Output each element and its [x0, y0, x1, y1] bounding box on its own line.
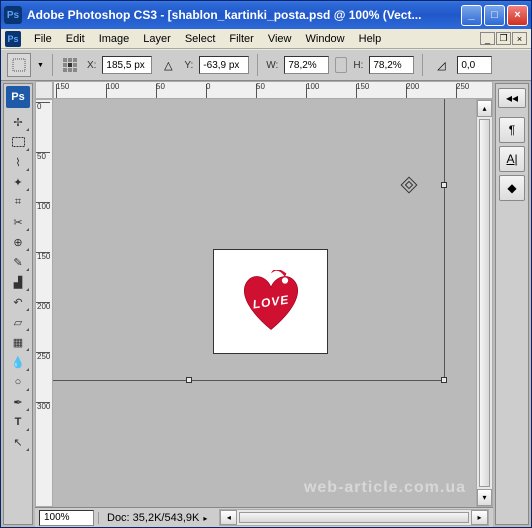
- w-label: W:: [266, 60, 278, 71]
- brush-tool[interactable]: ✎: [6, 252, 30, 272]
- ps-badge-icon: Ps: [6, 86, 30, 108]
- menu-filter[interactable]: Filter: [222, 31, 260, 47]
- menu-window[interactable]: Window: [299, 31, 352, 47]
- crop-tool[interactable]: ⌗: [6, 192, 30, 212]
- options-bar: ▼ X: △ Y: W: H: ◿: [1, 49, 531, 81]
- x-input[interactable]: [102, 56, 152, 74]
- triangle-icon[interactable]: △: [158, 55, 178, 75]
- angle-icon: ◿: [431, 55, 451, 75]
- blur-tool[interactable]: 💧: [6, 352, 30, 372]
- watermark: web-article.com.ua: [304, 479, 466, 497]
- gradient-tool[interactable]: ▦: [6, 332, 30, 352]
- scroll-h-thumb[interactable]: [239, 512, 469, 523]
- canvas[interactable]: LOVE web-article.com.ua: [53, 99, 476, 507]
- layers-panel-icon[interactable]: ◆: [499, 175, 525, 201]
- maximize-button[interactable]: □: [484, 5, 505, 26]
- h-input[interactable]: [369, 56, 414, 74]
- toolbox: Ps ✢ ⌇ ✦ ⌗ ✂ ⊕ ✎ ▟ ↶ ▱ ▦ 💧 ○ ✒ T ↖: [3, 83, 33, 525]
- canvas-area: 150 100 50 0 50 100 150 200 250 0 50 100…: [35, 81, 493, 527]
- zoom-input[interactable]: [39, 510, 94, 526]
- w-input[interactable]: [284, 56, 329, 74]
- menubar: Ps File Edit Image Layer Select Filter V…: [1, 29, 531, 49]
- horizontal-ruler[interactable]: 150 100 50 0 50 100 150 200 250: [53, 81, 493, 99]
- menu-view[interactable]: View: [261, 31, 299, 47]
- app-window: Ps Adobe Photoshop CS3 - [shablon_kartin…: [0, 0, 532, 528]
- type-tool[interactable]: T: [6, 412, 30, 432]
- lasso-tool[interactable]: ⌇: [6, 152, 30, 172]
- mdi-restore-button[interactable]: ❐: [496, 32, 511, 45]
- panel-collapse-button[interactable]: ◂◂: [498, 88, 526, 108]
- stamp-tool[interactable]: ▟: [6, 272, 30, 292]
- vertical-scrollbar[interactable]: ▴ ▾: [476, 99, 493, 507]
- scroll-up-button[interactable]: ▴: [477, 100, 492, 117]
- character-panel-icon[interactable]: A|: [499, 146, 525, 172]
- path-tool[interactable]: ↖: [6, 432, 30, 452]
- doc-size[interactable]: Doc: 35,2K/543,9K▸: [98, 512, 215, 524]
- mdi-close-button[interactable]: ×: [512, 32, 527, 45]
- dodge-tool[interactable]: ○: [6, 372, 30, 392]
- x-label: X:: [87, 60, 96, 71]
- move-tool[interactable]: ✢: [6, 112, 30, 132]
- wand-tool[interactable]: ✦: [6, 172, 30, 192]
- status-bar: Doc: 35,2K/543,9K▸ ◂ ▸: [35, 507, 493, 527]
- eraser-tool[interactable]: ▱: [6, 312, 30, 332]
- menu-help[interactable]: Help: [352, 31, 389, 47]
- menu-app-icon[interactable]: Ps: [5, 31, 21, 47]
- scroll-left-button[interactable]: ◂: [220, 510, 237, 525]
- menu-file[interactable]: File: [27, 31, 59, 47]
- y-input[interactable]: [199, 56, 249, 74]
- layer-image[interactable]: LOVE: [213, 249, 328, 354]
- menu-image[interactable]: Image: [92, 31, 137, 47]
- window-title: Adobe Photoshop CS3 - [shablon_kartinki_…: [27, 8, 461, 22]
- history-brush-tool[interactable]: ↶: [6, 292, 30, 312]
- collapsed-panels: ◂◂ ¶ A| ◆: [495, 83, 529, 525]
- workspace: Ps ✢ ⌇ ✦ ⌗ ✂ ⊕ ✎ ▟ ↶ ▱ ▦ 💧 ○ ✒ T ↖ 150 1: [1, 81, 531, 527]
- slice-tool[interactable]: ✂: [6, 212, 30, 232]
- transform-tool-icon[interactable]: [7, 53, 31, 77]
- minimize-button[interactable]: _: [461, 5, 482, 26]
- vertical-ruler[interactable]: 0 50 100 150 200 250 300: [35, 99, 53, 507]
- marquee-tool[interactable]: [6, 132, 30, 152]
- mdi-minimize-button[interactable]: _: [480, 32, 495, 45]
- app-icon: Ps: [4, 6, 22, 24]
- horizontal-scrollbar[interactable]: ◂ ▸: [219, 509, 489, 526]
- angle-input[interactable]: [457, 56, 492, 74]
- heal-tool[interactable]: ⊕: [6, 232, 30, 252]
- ruler-corner: [35, 81, 53, 99]
- scroll-v-thumb[interactable]: [479, 119, 490, 487]
- pen-tool[interactable]: ✒: [6, 392, 30, 412]
- link-icon[interactable]: [335, 57, 347, 73]
- paragraph-panel-icon[interactable]: ¶: [499, 117, 525, 143]
- menu-layer[interactable]: Layer: [136, 31, 178, 47]
- h-label: H:: [353, 60, 363, 71]
- scroll-down-button[interactable]: ▾: [477, 489, 492, 506]
- reference-point-icon[interactable]: [61, 55, 81, 75]
- close-button[interactable]: ×: [507, 5, 528, 26]
- titlebar: Ps Adobe Photoshop CS3 - [shablon_kartin…: [1, 1, 531, 29]
- menu-edit[interactable]: Edit: [59, 31, 92, 47]
- scroll-right-button[interactable]: ▸: [471, 510, 488, 525]
- y-label: Y:: [184, 60, 193, 71]
- menu-select[interactable]: Select: [178, 31, 223, 47]
